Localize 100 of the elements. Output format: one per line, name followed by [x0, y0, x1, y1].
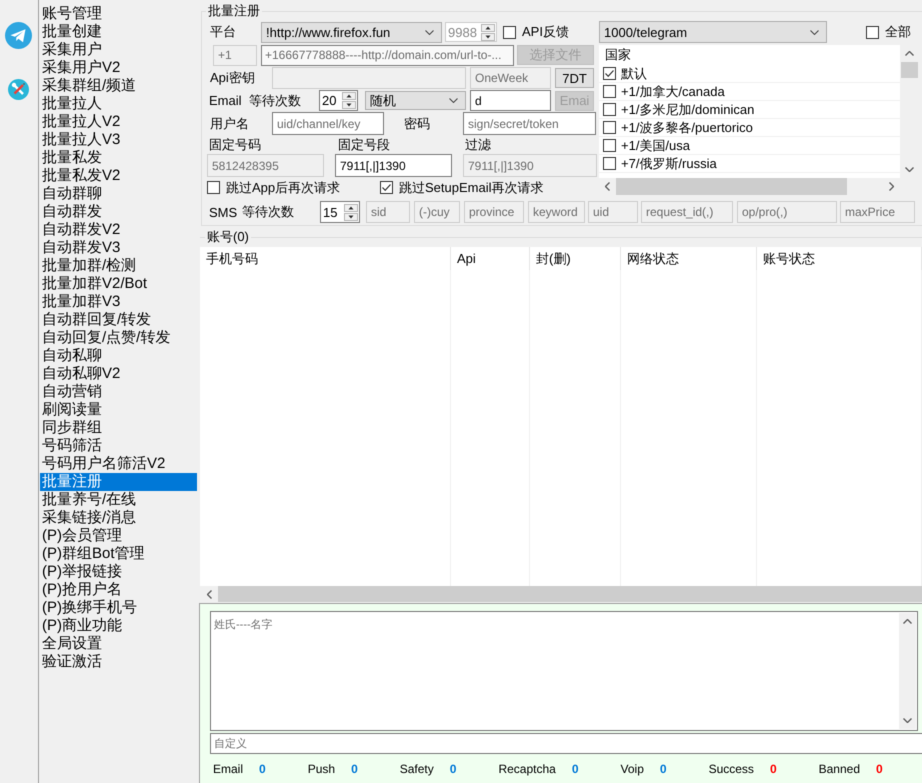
sidebar-item[interactable]: 采集链接/消息 — [40, 509, 197, 527]
sidebar-item[interactable]: 批量加群V2/Bot — [40, 275, 197, 293]
sidebar-item[interactable]: 自动回复/点赞/转发 — [40, 329, 197, 347]
duration-button[interactable]: 7DT — [555, 68, 594, 88]
sidebar-item[interactable]: 自动群聊 — [40, 185, 197, 203]
field-label: 固定号段 — [338, 136, 390, 154]
number-source-field[interactable]: +16667778888----http://domain.com/url-to-... — [261, 44, 514, 66]
sidebar-item[interactable]: 采集用户 — [40, 41, 197, 59]
group-title: 账号(0) — [206, 229, 250, 245]
vertical-scrollbar[interactable] — [899, 613, 916, 729]
sidebar-item[interactable]: 批量拉人V2 — [40, 113, 197, 131]
sidebar-item[interactable]: 批量私发V2 — [40, 167, 197, 185]
country-label[interactable]: +1/美国/usa — [621, 136, 690, 154]
paper-plane-icon[interactable] — [5, 22, 32, 49]
checkbox[interactable] — [603, 139, 616, 152]
password-field[interactable]: sign/secret/token — [463, 112, 596, 135]
chevron-right-icon[interactable] — [889, 182, 894, 191]
stat-label: Banned — [818, 762, 860, 776]
country-label[interactable]: +7/俄罗斯/russia — [621, 154, 717, 172]
checkbox[interactable] — [603, 157, 616, 170]
spin-down-icon[interactable] — [342, 101, 356, 109]
sidebar-item[interactable]: 验证激活 — [40, 653, 197, 671]
stat-value: 0 — [770, 762, 777, 776]
spin-down-icon[interactable] — [344, 212, 358, 220]
sidebar-item[interactable]: (P)抢用户名 — [40, 581, 197, 599]
sidebar-item[interactable]: 自动私聊V2 — [40, 365, 197, 383]
sidebar-item[interactable]: 批量拉人 — [40, 95, 197, 113]
sidebar-item[interactable]: (P)换绑手机号 — [40, 599, 197, 617]
platform-dropdown[interactable]: !http://www.firefox.fun — [261, 22, 442, 42]
sidebar-item[interactable]: 批量加群/检测 — [40, 257, 197, 275]
chevron-up-icon[interactable] — [903, 619, 912, 624]
sidebar-item[interactable]: 自动群回复/转发 — [40, 311, 197, 329]
chevron-down-icon[interactable] — [904, 167, 914, 172]
chevron-left-icon[interactable] — [206, 590, 212, 598]
spin-up-icon[interactable] — [342, 92, 356, 100]
email-field[interactable]: d — [470, 90, 551, 111]
checkbox[interactable] — [207, 181, 220, 194]
sidebar-item[interactable]: 自动群发V2 — [40, 221, 197, 239]
country-label[interactable]: +1/波多黎各/puertorico — [621, 118, 753, 136]
checkbox[interactable] — [866, 26, 879, 38]
tools-icon[interactable] — [8, 79, 29, 100]
field-label: 过滤 — [465, 136, 491, 154]
sidebar-item[interactable]: 账号管理 — [40, 5, 197, 23]
sidebar-item[interactable]: (P)商业功能 — [40, 617, 197, 635]
sidebar-item[interactable]: (P)会员管理 — [40, 527, 197, 545]
sidebar-item[interactable]: 全局设置 — [40, 635, 197, 653]
stat-label: Safety — [400, 762, 434, 776]
wait-count-label: 等待次数 — [242, 203, 294, 221]
column-header[interactable]: 封(删) — [530, 247, 621, 270]
service-dropdown[interactable]: 1000/telegram — [599, 21, 827, 43]
checkbox[interactable] — [603, 85, 616, 98]
email-mode-dropdown[interactable]: 随机 — [365, 91, 466, 110]
api-key-label: Api密钥 — [210, 69, 255, 87]
sidebar-item[interactable]: 批量养号/在线 — [40, 491, 197, 509]
checkbox[interactable] — [603, 67, 616, 80]
column-header[interactable]: 账号状态 — [757, 247, 922, 270]
sidebar-item[interactable]: 自动营销 — [40, 383, 197, 401]
country-label[interactable]: 默认 — [621, 64, 647, 82]
checkbox[interactable] — [503, 26, 516, 38]
chevron-left-icon[interactable] — [605, 182, 610, 191]
sidebar-item[interactable]: 批量私发 — [40, 149, 197, 167]
checkbox[interactable] — [380, 181, 393, 194]
sidebar-item[interactable]: 批量加群V3 — [40, 293, 197, 311]
checkbox[interactable] — [603, 121, 616, 134]
sidebar-item[interactable]: 批量注册 — [40, 473, 197, 491]
column-header[interactable]: 网络状态 — [621, 247, 757, 270]
chevron-up-icon[interactable] — [904, 51, 914, 56]
stat-value: 0 — [876, 762, 883, 776]
sidebar-item[interactable]: 采集用户V2 — [40, 59, 197, 77]
sidebar-item[interactable]: (P)群组Bot管理 — [40, 545, 197, 563]
country-label[interactable]: +1/多米尼加/dominican — [621, 100, 754, 118]
sidebar-item[interactable]: 刷阅读量 — [40, 401, 197, 419]
sidebar-item[interactable]: (P)举报链接 — [40, 563, 197, 581]
number-field[interactable]: 7911[,|]1390 — [335, 154, 452, 177]
stat-value: 0 — [660, 762, 667, 776]
wait-count-spinbox[interactable]: 15 — [320, 201, 360, 223]
country-label[interactable]: +1/加拿大/canada — [621, 82, 725, 100]
names-field[interactable]: 姓氏----名字 — [210, 611, 918, 731]
username-field[interactable]: uid/channel/key — [272, 112, 384, 135]
column-header[interactable]: Api — [451, 247, 530, 270]
spin-up-icon[interactable] — [344, 204, 358, 212]
sidebar-item[interactable]: 自动群发 — [40, 203, 197, 221]
column-header[interactable]: 手机号码 — [200, 247, 451, 270]
sidebar-item[interactable]: 号码筛活 — [40, 437, 197, 455]
sidebar-item[interactable]: 号码用户名筛活V2 — [40, 455, 197, 473]
scrollbar-thumb[interactable] — [616, 178, 847, 195]
sidebar-item[interactable]: 批量拉人V3 — [40, 131, 197, 149]
sidebar-item[interactable]: 自动私聊 — [40, 347, 197, 365]
chevron-down-icon — [449, 98, 458, 103]
chevron-down-icon[interactable] — [903, 718, 912, 723]
scrollbar-thumb[interactable] — [900, 62, 918, 78]
sidebar-item[interactable]: 同步群组 — [40, 419, 197, 437]
sidebar-item[interactable]: 采集群组/频道 — [40, 77, 197, 95]
chevron-down-icon — [425, 30, 434, 34]
custom-field[interactable]: 自定义 — [210, 733, 922, 754]
chevron-down-icon — [810, 30, 819, 34]
checkbox[interactable] — [603, 103, 616, 116]
sidebar-item[interactable]: 批量创建 — [40, 23, 197, 41]
wait-count-spinbox[interactable]: 20 — [319, 90, 358, 111]
sidebar-item[interactable]: 自动群发V3 — [40, 239, 197, 257]
